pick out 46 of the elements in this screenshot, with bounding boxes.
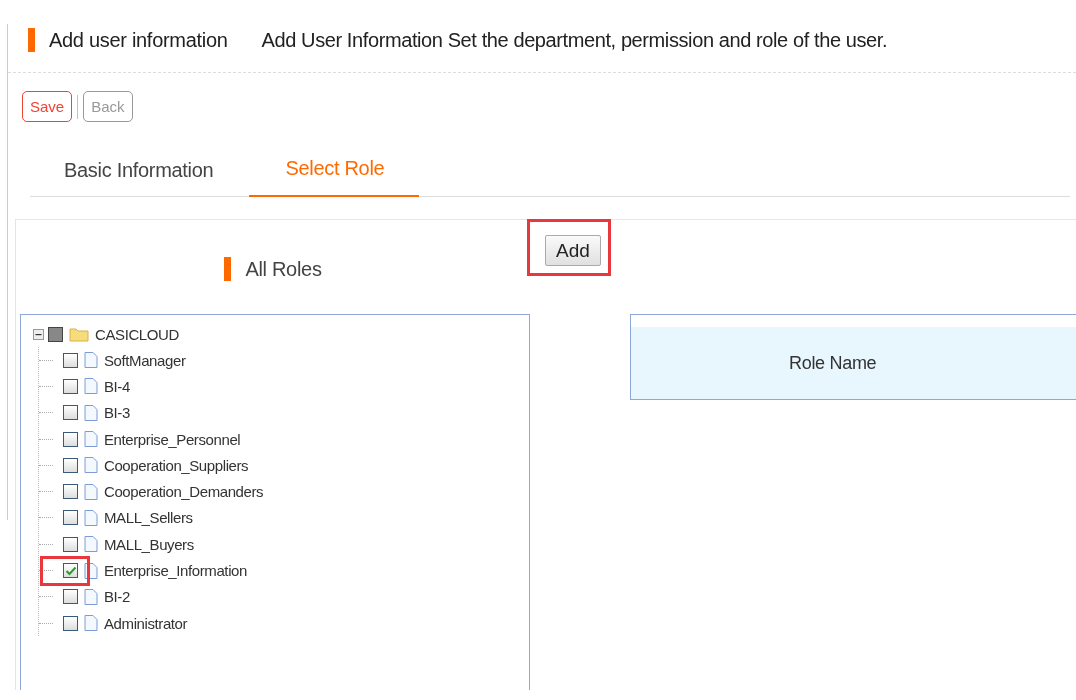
checkbox[interactable] (63, 378, 78, 394)
save-button[interactable]: Save (22, 91, 73, 122)
tree-item[interactable]: Cooperation_Demanders (104, 483, 264, 501)
checkbox[interactable] (63, 615, 78, 631)
accent-bar (28, 28, 35, 52)
checkbox[interactable] (48, 326, 63, 342)
tree-item[interactable]: BI-3 (104, 404, 130, 422)
tree-item[interactable]: SoftManager (104, 351, 186, 369)
tree-item[interactable]: Enterprise_Personnel (104, 430, 241, 448)
tree-item[interactable]: Cooperation_Suppliers (104, 456, 249, 474)
document-icon (84, 615, 98, 632)
tree-item[interactable]: CASICLOUD (95, 325, 179, 343)
checkbox[interactable] (63, 405, 78, 421)
checkbox[interactable] (63, 536, 78, 552)
tree-item[interactable]: BI-2 (104, 588, 130, 606)
document-icon (84, 457, 98, 474)
section-title: All Roles (245, 257, 322, 281)
document-icon (84, 536, 98, 553)
checkbox[interactable] (63, 589, 78, 605)
document-icon (84, 378, 98, 395)
tree-item[interactable]: MALL_Sellers (104, 509, 193, 527)
document-icon (84, 431, 98, 448)
collapse-icon[interactable] (33, 328, 44, 340)
document-icon (84, 352, 98, 369)
tree-item[interactable]: BI-4 (104, 377, 130, 395)
checkbox[interactable] (63, 484, 78, 500)
document-icon (84, 404, 98, 421)
checkbox[interactable] (63, 510, 78, 526)
page-description: Add User Information Set the department, permission and role of the user. (261, 28, 888, 52)
checkbox[interactable] (63, 352, 78, 368)
tab[interactable]: Basic Information (30, 147, 248, 196)
page-title: Add user information (49, 28, 228, 52)
add-button[interactable]: Add (545, 235, 601, 266)
tree-item[interactable]: MALL_Buyers (104, 535, 194, 553)
document-icon (84, 483, 98, 500)
tree-item[interactable]: Administrator (104, 614, 188, 632)
checkbox[interactable] (63, 563, 78, 578)
tree-item[interactable]: Enterprise_Information (104, 562, 247, 579)
accent-bar (224, 257, 232, 281)
checkbox[interactable] (63, 431, 78, 447)
checkbox[interactable] (63, 457, 78, 473)
folder-icon (69, 326, 89, 342)
document-icon (84, 509, 98, 526)
checkmark-icon (64, 565, 77, 576)
column-header: Role Name (789, 352, 877, 374)
document-icon (84, 588, 98, 605)
